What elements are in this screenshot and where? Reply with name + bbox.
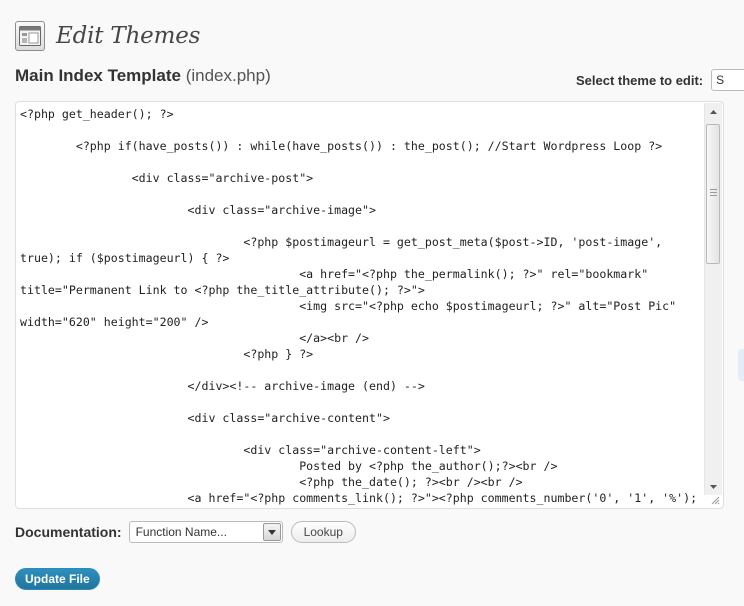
scrollbar-thumb[interactable] (706, 124, 720, 264)
update-file-button[interactable]: Update File (15, 568, 100, 590)
code-line: <div class="archive-content-left"> (20, 443, 481, 457)
code-line: </a><br /> (20, 331, 370, 345)
code-line: <img src="<?php echo $postimageurl; ?>" … (20, 299, 677, 313)
editor-scrollbar[interactable] (704, 103, 722, 495)
file-heading: Main Index Template (index.php) (15, 66, 271, 86)
documentation-row: Documentation: Function Name... Lookup (15, 520, 356, 544)
code-line: <div class="archive-post"> (20, 171, 314, 185)
appearance-themes-icon (15, 21, 45, 51)
file-path: (index.php) (185, 66, 271, 85)
page-header: Edit Themes (15, 18, 200, 54)
code-line: title="Permanent Link to <?php the_title… (20, 283, 425, 297)
code-editor-content[interactable]: <?php get_header(); ?> <?php if(have_pos… (20, 106, 702, 506)
resize-handle-icon[interactable] (710, 495, 720, 505)
code-line: </div><!-- archive-image (end) --> (20, 379, 425, 393)
code-line: Posted by <?php the_author();?><br /> (20, 459, 558, 473)
code-line: <?php $postimageurl = get_post_meta($pos… (20, 235, 663, 249)
code-line: true); if ($postimageurl) { ?> (20, 251, 230, 265)
code-line: <?php get_header(); ?> (20, 107, 174, 121)
theme-select[interactable]: S (711, 69, 744, 91)
theme-select-label: Select theme to edit: (576, 72, 704, 88)
page-title: Edit Themes (56, 23, 201, 49)
code-line: <?php } ?> (20, 347, 314, 361)
function-name-select-value: Function Name... (135, 525, 227, 539)
grip-icon (710, 189, 717, 197)
code-line: <a href="<?php the_permalink(); ?>" rel=… (20, 267, 649, 281)
file-name: Main Index Template (15, 66, 181, 85)
code-editor[interactable]: <?php get_header(); ?> <?php if(have_pos… (15, 101, 724, 509)
function-name-select[interactable]: Function Name... (128, 521, 283, 543)
code-line: <div class="archive-image"> (20, 203, 376, 217)
edit-themes-page: Edit Themes Main Index Template (index.p… (0, 0, 744, 606)
code-line: <a href="<?php comments_link(); ?>"><?ph… (20, 491, 698, 505)
side-tab[interactable] (738, 349, 744, 381)
code-line: <?php the_date(); ?><br /><br /> (20, 475, 523, 489)
scroll-down-icon[interactable] (705, 478, 722, 495)
lookup-button[interactable]: Lookup (290, 521, 356, 543)
code-line: <?php if(have_posts()) : while(have_post… (20, 139, 663, 153)
theme-selector: Select theme to edit: S (576, 69, 744, 91)
scroll-up-icon[interactable] (705, 103, 722, 120)
documentation-label: Documentation: (15, 524, 122, 540)
code-line: width="620" height="200" /> (20, 315, 209, 329)
code-line: <div class="archive-content"> (20, 411, 390, 425)
chevron-down-icon[interactable] (262, 523, 281, 541)
